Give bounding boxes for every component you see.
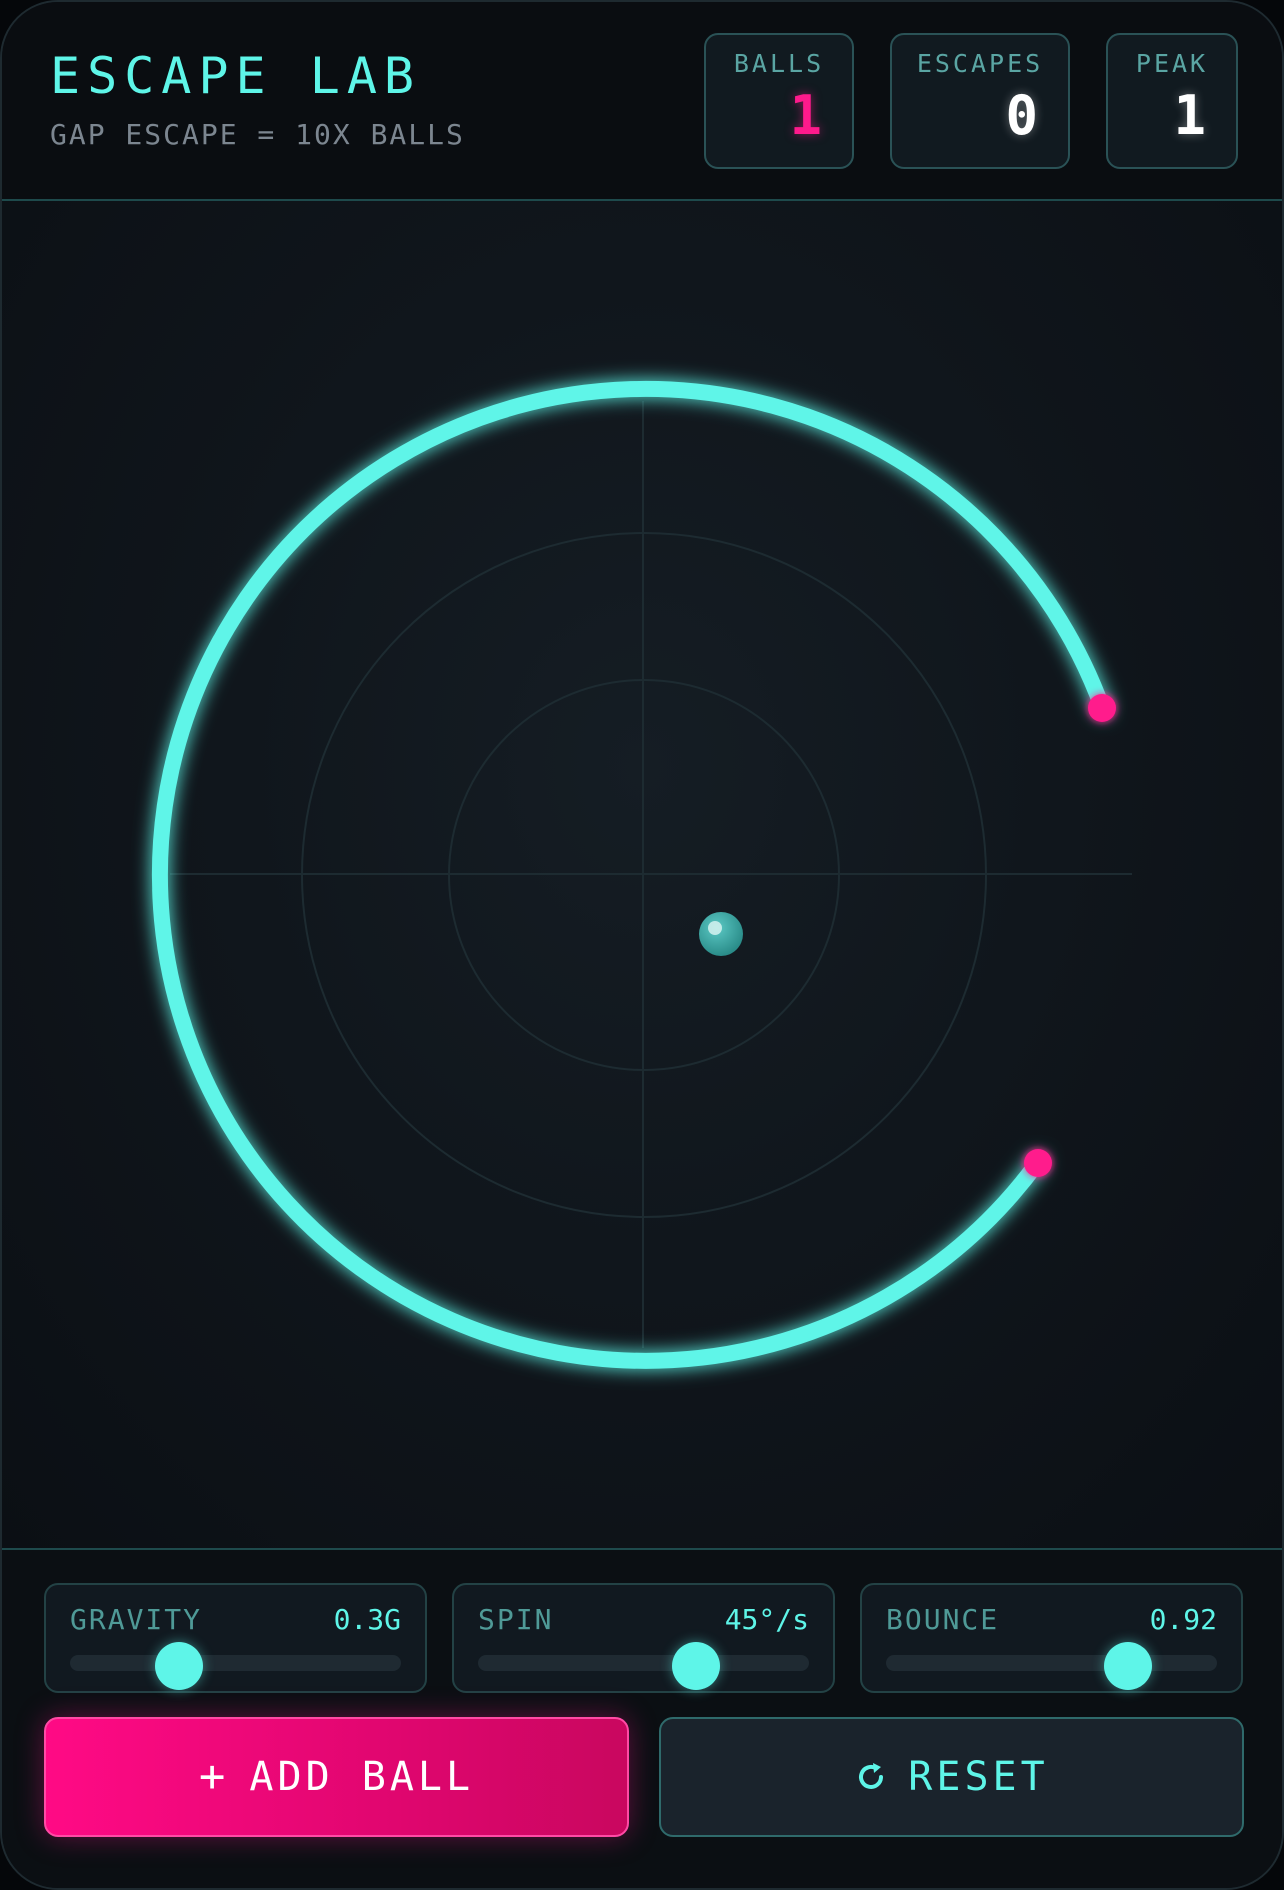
- app-subtitle: GAP ESCAPE = 10X BALLS: [50, 118, 465, 151]
- reset-button[interactable]: RESET: [659, 1717, 1244, 1837]
- ball: [699, 912, 743, 956]
- gap-marker-top: [1088, 694, 1116, 722]
- reset-label: RESET: [908, 1754, 1049, 1800]
- bounce-slider[interactable]: BOUNCE 0.92: [860, 1583, 1243, 1693]
- spin-value: 45°/s: [724, 1603, 809, 1636]
- add-ball-label: ADD BALL: [249, 1754, 475, 1800]
- gravity-label: GRAVITY: [70, 1603, 203, 1636]
- controls-panel: GRAVITY 0.3G SPIN 45°/s BOUNCE 0.92 + AD…: [2, 1548, 1282, 1888]
- arena[interactable]: [2, 201, 1282, 1548]
- stat-peak-value: 1: [1173, 84, 1206, 147]
- bounce-thumb[interactable]: [1103, 1642, 1152, 1690]
- bounce-value: 0.92: [1149, 1603, 1217, 1636]
- gravity-value: 0.3G: [333, 1603, 401, 1636]
- spin-track[interactable]: [478, 1655, 809, 1671]
- stat-peak-label: PEAK: [1135, 49, 1209, 78]
- stat-balls: BALLS 1: [704, 33, 854, 169]
- stat-peak: PEAK 1: [1106, 33, 1238, 169]
- spin-label: SPIN: [478, 1603, 554, 1636]
- stat-escapes-label: ESCAPES: [916, 49, 1044, 78]
- bounce-track[interactable]: [886, 1655, 1217, 1671]
- bounce-label: BOUNCE: [886, 1603, 1000, 1636]
- gap-marker-bottom: [1024, 1149, 1052, 1177]
- app-title: ESCAPE LAB: [50, 47, 422, 105]
- stat-escapes-value: 0: [1005, 84, 1038, 147]
- guide-grid: [170, 401, 1132, 1348]
- arena-canvas: [151, 380, 1132, 1369]
- stat-balls-label: BALLS: [733, 49, 825, 78]
- spin-thumb[interactable]: [672, 1642, 721, 1690]
- spin-slider[interactable]: SPIN 45°/s: [452, 1583, 835, 1693]
- stat-balls-value: 1: [789, 84, 822, 147]
- refresh-icon: [859, 1763, 884, 1789]
- stat-escapes: ESCAPES 0: [890, 33, 1070, 169]
- app-window: ESCAPE LAB GAP ESCAPE = 10X BALLS BALLS …: [0, 0, 1284, 1890]
- plus-icon: +: [198, 1751, 230, 1802]
- gravity-track[interactable]: [70, 1655, 401, 1671]
- header: ESCAPE LAB GAP ESCAPE = 10X BALLS BALLS …: [2, 2, 1282, 201]
- gravity-thumb[interactable]: [155, 1642, 204, 1690]
- gravity-slider[interactable]: GRAVITY 0.3G: [44, 1583, 427, 1693]
- add-ball-button[interactable]: + ADD BALL: [44, 1717, 629, 1837]
